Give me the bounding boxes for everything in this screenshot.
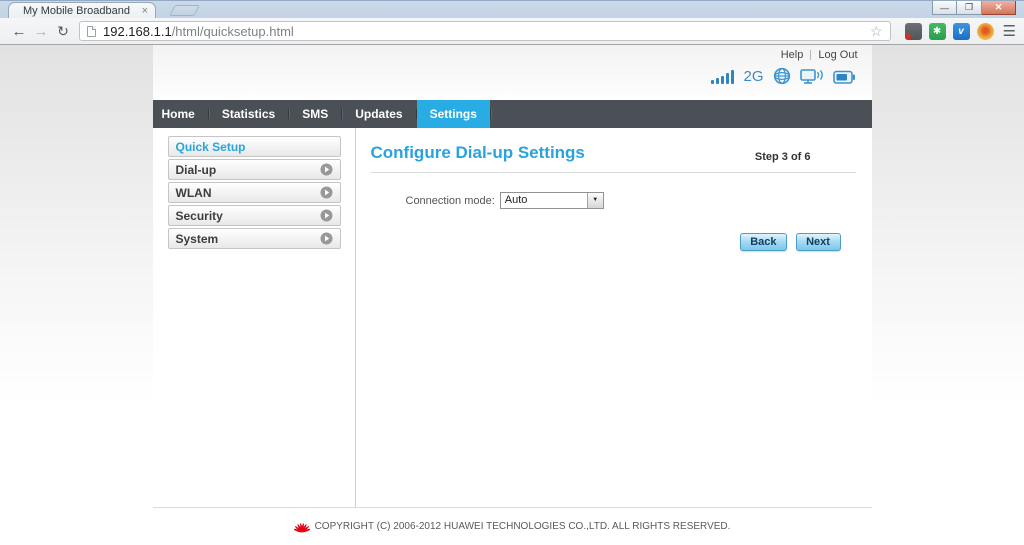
main-panel: Configure Dial-up Settings Step 3 of 6 C… <box>356 128 872 507</box>
url-domain: 192.168.1.1 <box>103 24 172 39</box>
chevron-right-icon <box>320 209 333 222</box>
title-row: Configure Dial-up Settings Step 3 of 6 <box>371 143 856 163</box>
browser-toolbar: ← → ↻ 192.168.1.1/html/quicksetup.html ☆… <box>0 18 1024 45</box>
tab-title: My Mobile Broadband <box>23 5 140 17</box>
nav-item-statistics[interactable]: Statistics <box>209 100 288 128</box>
settings-sidebar: Quick Setup Dial-up WLAN Security <box>153 128 356 507</box>
nav-item-settings[interactable]: Settings <box>417 100 490 128</box>
connection-mode-row: Connection mode: Auto ▼ <box>371 192 856 209</box>
sidebar-item-quick-setup[interactable]: Quick Setup <box>168 136 341 157</box>
wizard-buttons: Back Next <box>371 233 856 251</box>
minimize-button[interactable]: — <box>932 1 957 15</box>
page-footer: COPYRIGHT (C) 2006-2012 HUAWEI TECHNOLOG… <box>153 507 872 545</box>
chevron-right-icon <box>320 163 333 176</box>
url-text[interactable]: 192.168.1.1/html/quicksetup.html <box>103 24 294 39</box>
nav-item-home[interactable]: Home <box>153 100 208 128</box>
chevron-right-icon <box>320 186 333 199</box>
extension-icon[interactable]: ✱ <box>929 23 946 40</box>
close-button[interactable]: ✕ <box>982 1 1016 15</box>
sidebar-item-label: Quick Setup <box>176 140 246 154</box>
browser-tab[interactable]: My Mobile Broadband × <box>8 2 156 18</box>
sidebar-item-label: Dial-up <box>176 163 217 177</box>
network-mode-label: 2G <box>743 68 763 85</box>
browser-chrome: My Mobile Broadband × — ❐ ✕ ← → ↻ 192.16… <box>0 0 1024 45</box>
sidebar-item-label: WLAN <box>176 186 212 200</box>
nav-item-updates[interactable]: Updates <box>342 100 415 128</box>
huawei-logo-icon <box>294 520 310 533</box>
connection-mode-select[interactable]: Auto ▼ <box>500 192 604 209</box>
extension-icon[interactable]: v <box>953 23 970 40</box>
page-background: Help Log Out 2G <box>0 45 1024 545</box>
window-controls: — ❐ ✕ <box>932 1 1016 15</box>
sidebar-item-label: Security <box>176 209 223 223</box>
sidebar-item-wlan[interactable]: WLAN <box>168 182 341 203</box>
status-icons: 2G <box>710 67 855 85</box>
copyright-text: COPYRIGHT (C) 2006-2012 HUAWEI TECHNOLOG… <box>315 521 731 532</box>
sidebar-item-label: System <box>176 232 219 246</box>
nav-divider <box>490 109 491 119</box>
forward-icon: → <box>30 23 52 40</box>
tab-close-icon[interactable]: × <box>140 6 150 16</box>
page-icon <box>87 26 96 37</box>
url-path: /html/quicksetup.html <box>172 24 294 39</box>
link-divider <box>810 50 811 60</box>
chrome-menu-icon[interactable]: ☰ <box>1003 22 1016 40</box>
header-links: Help Log Out <box>781 49 858 61</box>
extension-icons: ✱ v <box>905 23 994 40</box>
new-tab-button[interactable] <box>169 5 200 16</box>
bookmark-star-icon[interactable]: ☆ <box>870 24 883 38</box>
content-row: Quick Setup Dial-up WLAN Security <box>153 128 872 507</box>
battery-icon <box>833 70 856 85</box>
reload-icon[interactable]: ↻ <box>52 23 74 40</box>
chevron-right-icon <box>320 232 333 245</box>
address-bar[interactable]: 192.168.1.1/html/quicksetup.html ☆ <box>79 21 891 41</box>
extension-icon[interactable] <box>977 23 994 40</box>
back-icon[interactable]: ← <box>8 23 30 40</box>
step-indicator: Step 3 of 6 <box>755 151 856 163</box>
sidebar-item-system[interactable]: System <box>168 228 341 249</box>
connection-mode-label: Connection mode: <box>406 195 495 207</box>
selected-option: Auto <box>505 194 528 206</box>
sidebar-item-dial-up[interactable]: Dial-up <box>168 159 341 180</box>
page-header: Help Log Out 2G <box>153 45 872 100</box>
extension-icon[interactable] <box>905 23 922 40</box>
signal-strength-icon <box>710 69 734 85</box>
page-column: Help Log Out 2G <box>153 45 872 545</box>
next-button[interactable]: Next <box>796 233 841 251</box>
page-title: Configure Dial-up Settings <box>371 143 585 163</box>
roaming-globe-icon <box>773 67 791 85</box>
nav-item-sms[interactable]: SMS <box>289 100 341 128</box>
dropdown-arrow-icon[interactable]: ▼ <box>587 193 603 208</box>
sidebar-item-security[interactable]: Security <box>168 205 341 226</box>
tab-strip: My Mobile Broadband × — ❐ ✕ <box>0 0 1024 18</box>
maximize-button[interactable]: ❐ <box>957 1 982 15</box>
logout-link[interactable]: Log Out <box>818 49 857 61</box>
connected-device-icon <box>800 68 824 85</box>
main-navigation: Home Statistics SMS Updates Settings <box>153 100 872 128</box>
title-divider <box>371 172 856 173</box>
help-link[interactable]: Help <box>781 49 804 61</box>
back-button[interactable]: Back <box>740 233 786 251</box>
